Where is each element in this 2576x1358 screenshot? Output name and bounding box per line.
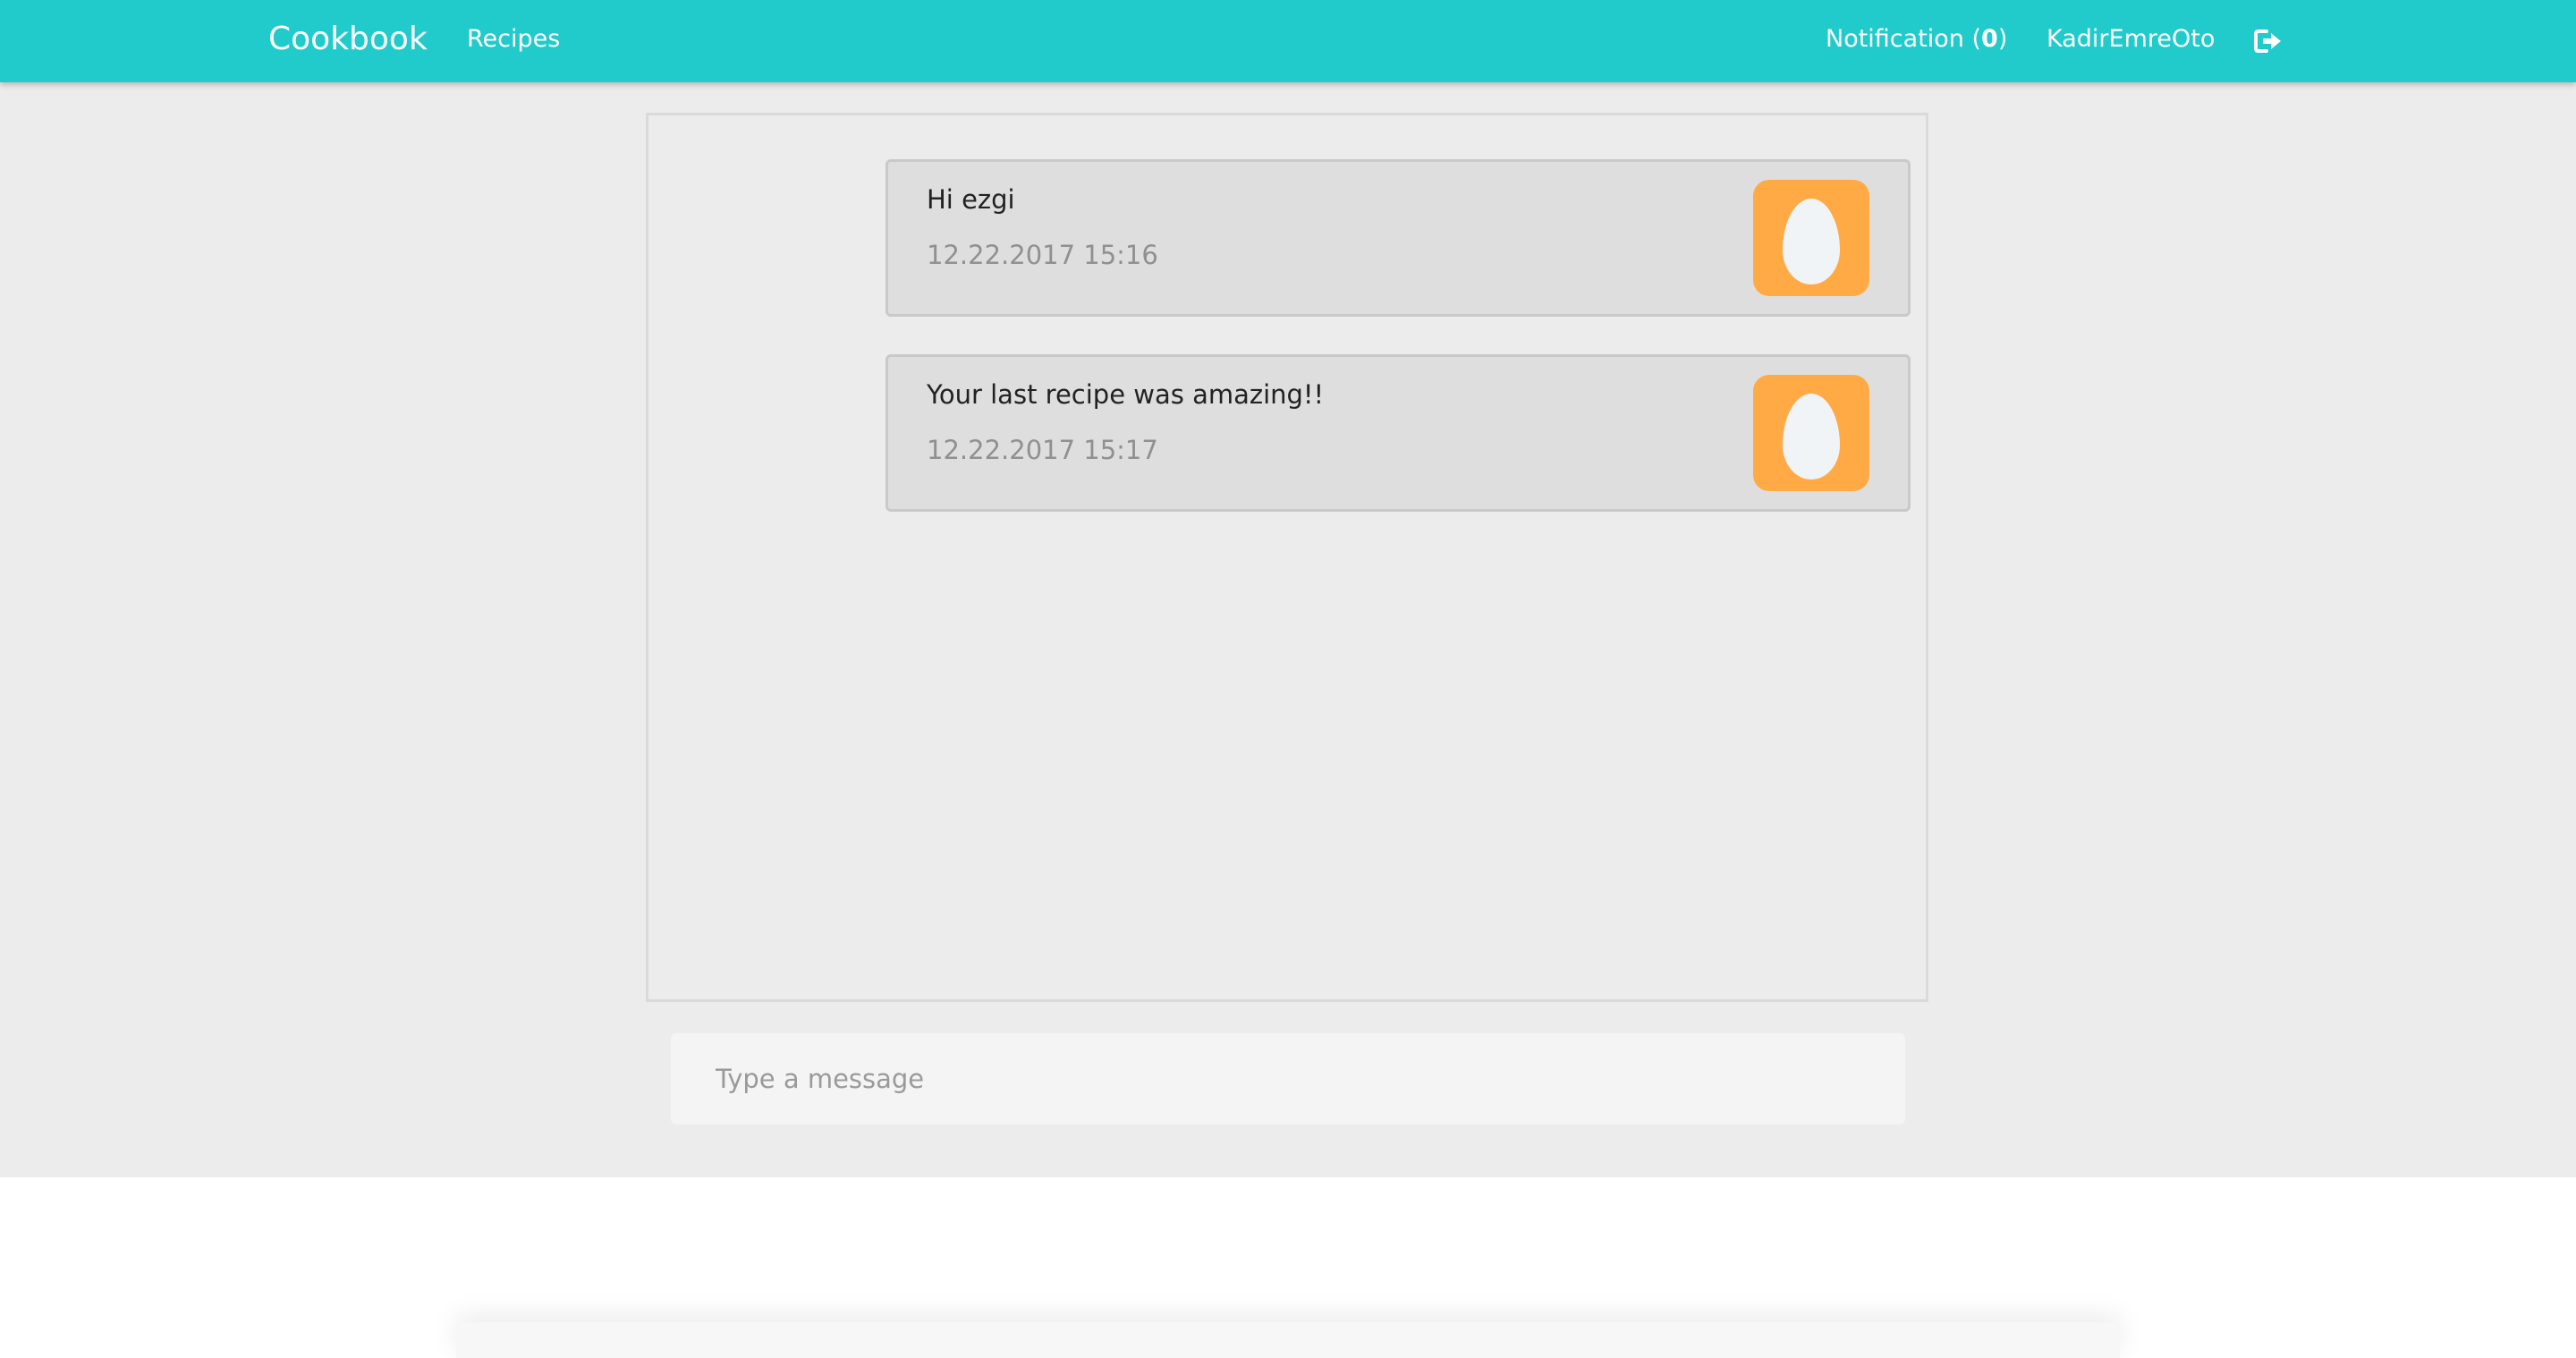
egg-icon <box>1783 394 1840 480</box>
avatar <box>1753 180 1869 296</box>
notification-label: Notification ( <box>1826 25 1982 53</box>
message-input[interactable] <box>671 1033 1905 1125</box>
message-text: Hi ezgi <box>927 184 1015 215</box>
avatar <box>1753 375 1869 491</box>
message-timestamp: 12.22.2017 15:17 <box>927 435 1158 465</box>
message-timestamp: 12.22.2017 15:16 <box>927 240 1158 270</box>
chat-message: Hi ezgi 12.22.2017 15:16 <box>886 159 1911 317</box>
nav-user-link[interactable]: KadirEmreOto <box>2046 23 2215 55</box>
message-text: Your last recipe was amazing!! <box>927 379 1325 410</box>
footer-edge <box>456 1322 2120 1358</box>
egg-icon <box>1783 199 1840 284</box>
brand-link[interactable]: Cookbook <box>268 18 428 61</box>
notification-count: 0 <box>1981 25 1998 53</box>
top-navbar: Cookbook Recipes Notification (0) KadirE… <box>0 0 2576 82</box>
notification-label-suffix: ) <box>1997 25 2008 53</box>
sign-out-icon[interactable] <box>2254 29 2283 54</box>
nav-notification-link[interactable]: Notification (0) <box>1826 23 2007 55</box>
nav-recipes-link[interactable]: Recipes <box>467 23 560 55</box>
chat-message: Your last recipe was amazing!! 12.22.201… <box>886 354 1911 512</box>
